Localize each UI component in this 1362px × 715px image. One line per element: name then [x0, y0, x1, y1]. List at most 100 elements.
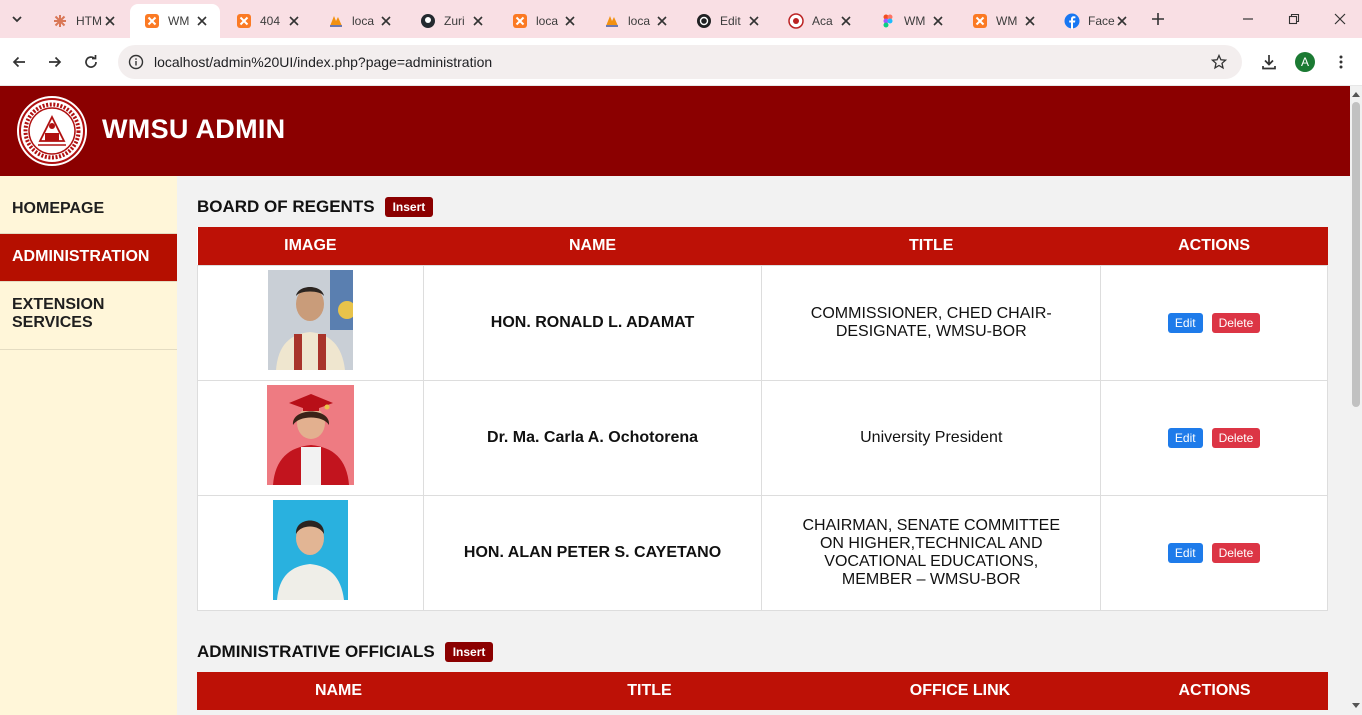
- close-icon[interactable]: [562, 13, 578, 29]
- browser-tab[interactable]: WM: [866, 4, 956, 38]
- browser-tabstrip: HTM WM 404 loca Zuri loca loca Edit Aca …: [0, 0, 1362, 38]
- kebab-menu-icon: [1339, 55, 1343, 69]
- tab-label: Edit: [720, 14, 741, 28]
- section-title: BOARD OF REGENTS: [197, 197, 375, 216]
- column-header-name: NAME: [423, 227, 762, 265]
- scroll-down-arrow-icon[interactable]: [1350, 700, 1362, 712]
- downloads-button[interactable]: [1257, 50, 1281, 74]
- plus-icon: [1152, 13, 1164, 25]
- reload-button[interactable]: [79, 50, 103, 74]
- delete-button[interactable]: Delete: [1211, 312, 1261, 333]
- browser-tab[interactable]: Face: [1050, 4, 1140, 38]
- tab-label: Aca: [812, 14, 833, 28]
- page-scrollbar[interactable]: [1350, 86, 1362, 715]
- column-header-actions: ACTIONS: [1100, 227, 1328, 265]
- name-cell: HON. RONALD L. ADAMAT: [422, 264, 763, 381]
- browser-tab[interactable]: loca: [590, 4, 680, 38]
- chevron-down-icon: [12, 16, 22, 23]
- browser-tab[interactable]: loca: [498, 4, 588, 38]
- sidebar-item-extension-services[interactable]: EXTENSION SERVICES: [0, 282, 177, 350]
- openai-icon: [696, 13, 712, 29]
- restore-button[interactable]: [1284, 9, 1304, 29]
- edit-button[interactable]: Edit: [1167, 312, 1203, 333]
- address-bar[interactable]: localhost/admin%20UI/index.php?page=admi…: [118, 45, 1242, 79]
- title-text: CHAIRMAN, SENATE COMMITTEE ON HIGHER,TEC…: [802, 516, 1061, 588]
- figma-icon: [880, 13, 896, 29]
- browser-menu-button[interactable]: [1329, 50, 1353, 74]
- actions-cell: Edit Delete: [1100, 494, 1328, 611]
- browser-tab[interactable]: WM: [958, 4, 1048, 38]
- site-title: WMSU ADMIN: [102, 114, 286, 144]
- browser-tab-active[interactable]: WM: [130, 4, 220, 38]
- facebook-icon: [1064, 13, 1080, 29]
- tab-search-button[interactable]: [6, 8, 28, 30]
- tab-label: WM: [168, 14, 190, 28]
- close-icon[interactable]: [378, 13, 394, 29]
- browser-tab[interactable]: Zuri: [406, 4, 496, 38]
- sidebar-item-homepage[interactable]: HOMEPAGE: [0, 176, 177, 234]
- delete-button[interactable]: Delete: [1211, 542, 1261, 563]
- tab-label: HTM: [76, 14, 102, 28]
- tab-label: Face: [1088, 14, 1115, 28]
- insert-button[interactable]: Insert: [444, 642, 494, 662]
- forward-button[interactable]: [43, 50, 67, 74]
- tab-label: loca: [536, 14, 559, 28]
- site-info-icon[interactable]: [124, 50, 148, 74]
- table-row: HON. ALAN PETER S. CAYETANO CHAIRMAN, SE…: [197, 494, 1328, 611]
- browser-tab[interactable]: Edit: [682, 4, 772, 38]
- column-header-office-link: OFFICE LINK: [819, 672, 1101, 710]
- new-tab-button[interactable]: [1148, 9, 1168, 29]
- github-icon: [420, 13, 436, 29]
- browser-tab[interactable]: 404: [222, 4, 312, 38]
- close-icon[interactable]: [470, 13, 486, 29]
- close-window-button[interactable]: [1330, 9, 1350, 29]
- close-icon[interactable]: [930, 13, 946, 29]
- phpmyadmin-icon: [604, 13, 620, 29]
- tab-label: 404: [260, 14, 281, 28]
- bookmark-star-icon[interactable]: [1208, 51, 1230, 73]
- browser-tab[interactable]: loca: [314, 4, 404, 38]
- claude-icon: [52, 13, 68, 29]
- browser-tab[interactable]: HTM: [38, 4, 128, 38]
- regent-photo: [266, 385, 354, 485]
- sidebar-item-administration[interactable]: ADMINISTRATION: [0, 234, 177, 282]
- scrollbar-thumb[interactable]: [1352, 102, 1360, 407]
- name-cell: HON. ALAN PETER S. CAYETANO: [422, 494, 763, 611]
- close-icon[interactable]: [838, 13, 854, 29]
- scroll-up-arrow-icon[interactable]: [1350, 88, 1362, 100]
- close-icon[interactable]: [194, 13, 210, 29]
- regent-photo: [272, 500, 348, 600]
- tab-label: WM: [904, 14, 926, 28]
- regent-photo: [267, 270, 353, 370]
- page-viewport: WMSU ADMIN HOMEPAGE ADMINISTRATION EXTEN…: [0, 86, 1350, 715]
- close-icon[interactable]: [102, 13, 118, 29]
- insert-button[interactable]: Insert: [384, 197, 434, 217]
- title-text: COMMISSIONER, CHED CHAIR-DESIGNATE, WMSU…: [810, 304, 1052, 340]
- back-button[interactable]: [7, 50, 31, 74]
- close-icon[interactable]: [1114, 13, 1130, 29]
- column-header-title: TITLE: [480, 672, 819, 710]
- close-icon[interactable]: [654, 13, 670, 29]
- main-content: BOARD OF REGENTS Insert IMAGE NAME TITLE…: [177, 176, 1350, 715]
- minimize-button[interactable]: [1238, 9, 1258, 29]
- edit-button[interactable]: Edit: [1167, 427, 1203, 448]
- xampp-icon: [144, 13, 160, 29]
- close-icon[interactable]: [1022, 13, 1038, 29]
- close-icon[interactable]: [286, 13, 302, 29]
- browser-toolbar: localhost/admin%20UI/index.php?page=admi…: [0, 38, 1362, 86]
- edit-button[interactable]: Edit: [1167, 542, 1203, 563]
- close-icon[interactable]: [746, 13, 762, 29]
- table-header-row: IMAGE NAME TITLE ACTIONS: [197, 227, 1328, 265]
- restore-icon: [1288, 13, 1300, 25]
- image-cell: [197, 264, 424, 381]
- reload-icon: [85, 55, 97, 68]
- browser-tab[interactable]: Aca: [774, 4, 864, 38]
- site-header: WMSU ADMIN: [0, 86, 1350, 176]
- administrative-officials-heading: ADMINISTRATIVE OFFICIALS Insert: [197, 642, 494, 662]
- url-text[interactable]: localhost/admin%20UI/index.php?page=admi…: [154, 54, 492, 70]
- profile-avatar[interactable]: A: [1295, 52, 1315, 72]
- image-cell: [197, 379, 424, 496]
- column-header-name: NAME: [197, 672, 480, 710]
- delete-button[interactable]: Delete: [1211, 427, 1261, 448]
- board-of-regents-heading: BOARD OF REGENTS Insert: [197, 197, 434, 217]
